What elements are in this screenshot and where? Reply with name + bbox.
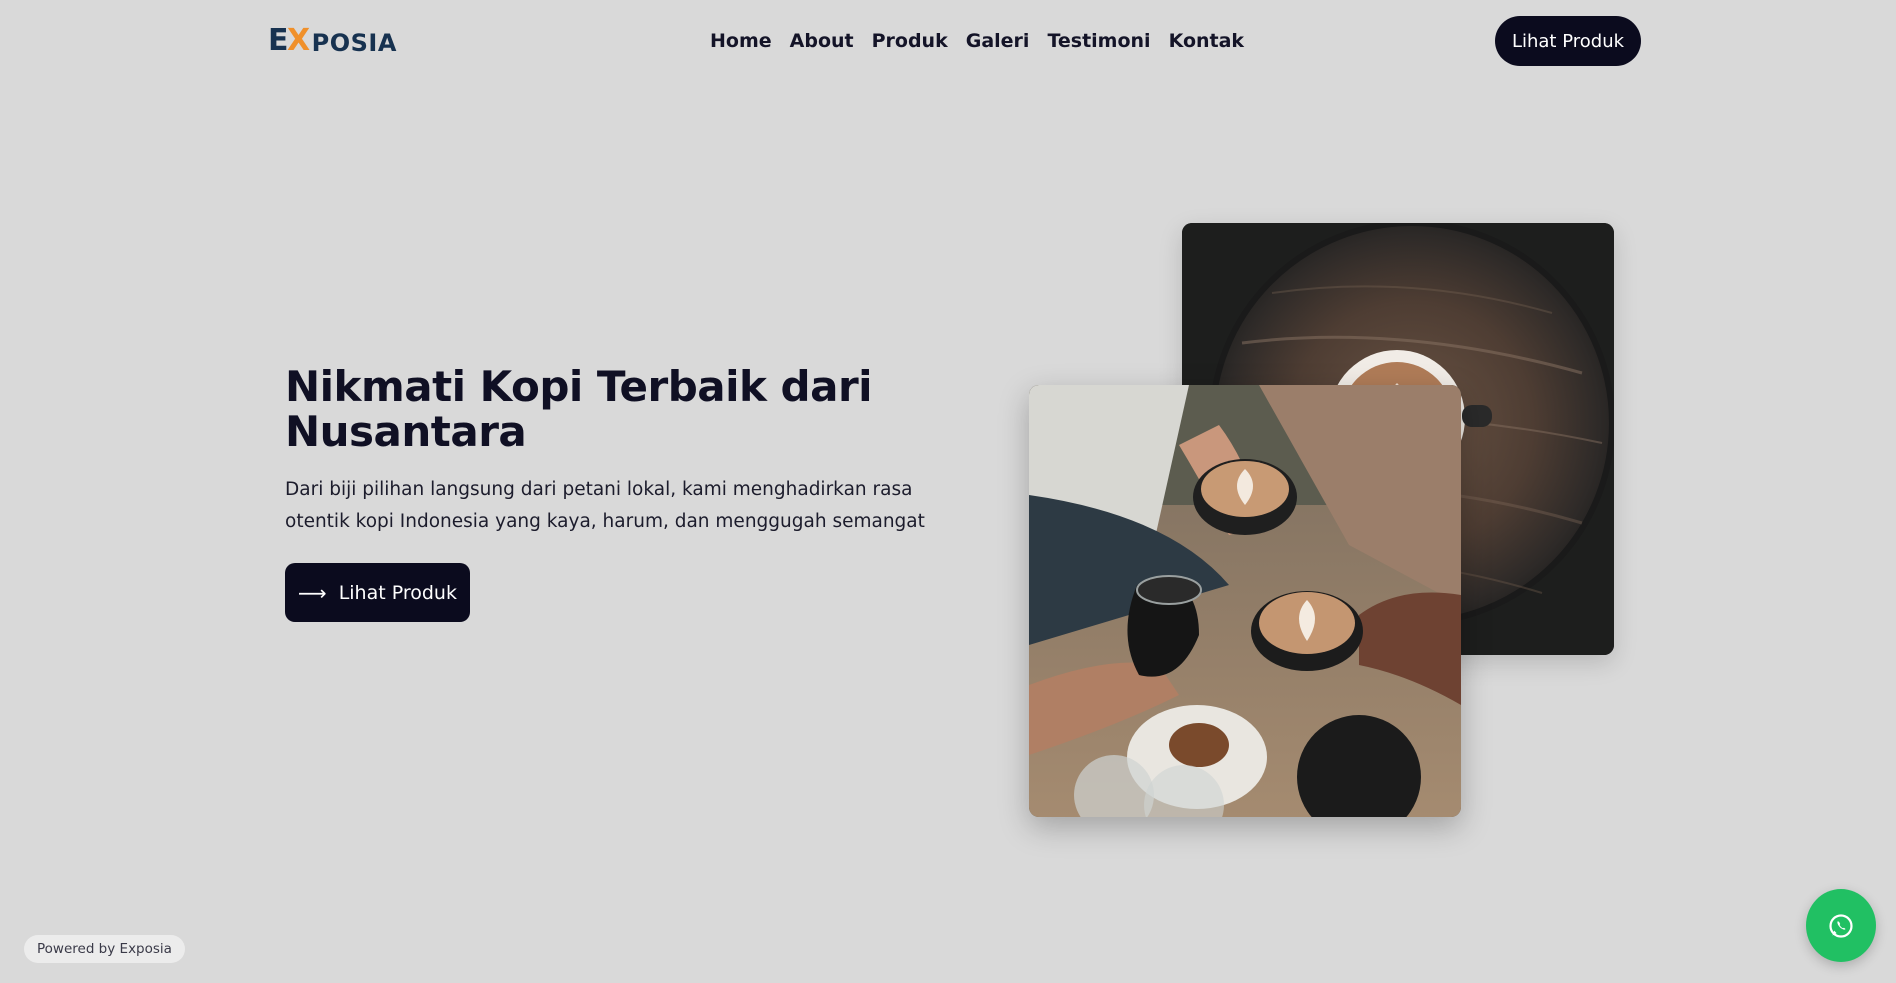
hero-lihat-produk-button[interactable]: ⟶ Lihat Produk — [285, 563, 470, 622]
nav-item-kontak[interactable]: Kontak — [1169, 28, 1245, 54]
nav-item-home[interactable]: Home — [710, 28, 772, 54]
hero-description: Dari biji pilihan langsung dari petani l… — [285, 479, 925, 532]
main-nav: Home About Produk Galeri Testimoni Konta… — [710, 28, 1244, 54]
logo-letter-e: E — [268, 23, 289, 58]
brand-logo[interactable]: E X POSIA — [268, 23, 397, 58]
page: E X POSIA Home About Produk Galeri Testi… — [0, 0, 1896, 983]
arrow-right-icon: ⟶ — [298, 580, 327, 605]
toasting-coffee-illustration — [1029, 385, 1461, 817]
whatsapp-icon — [1829, 913, 1853, 938]
logo-wordmark: POSIA — [311, 29, 397, 57]
powered-by-badge[interactable]: Powered by Exposia — [24, 935, 185, 963]
hero-title: Nikmati Kopi Terbaik dari Nusantara — [285, 362, 873, 456]
toasting-coffee-photo — [1029, 385, 1461, 817]
nav-item-testimoni[interactable]: Testimoni — [1047, 28, 1150, 54]
nav-item-produk[interactable]: Produk — [872, 28, 948, 54]
hero-cta-label: Lihat Produk — [338, 581, 457, 604]
whatsapp-button[interactable] — [1806, 889, 1876, 962]
nav-item-galeri[interactable]: Galeri — [966, 28, 1030, 54]
nav-item-about[interactable]: About — [790, 28, 854, 54]
logo-letter-x: X — [287, 23, 311, 58]
header-lihat-produk-button[interactable]: Lihat Produk — [1495, 16, 1641, 66]
